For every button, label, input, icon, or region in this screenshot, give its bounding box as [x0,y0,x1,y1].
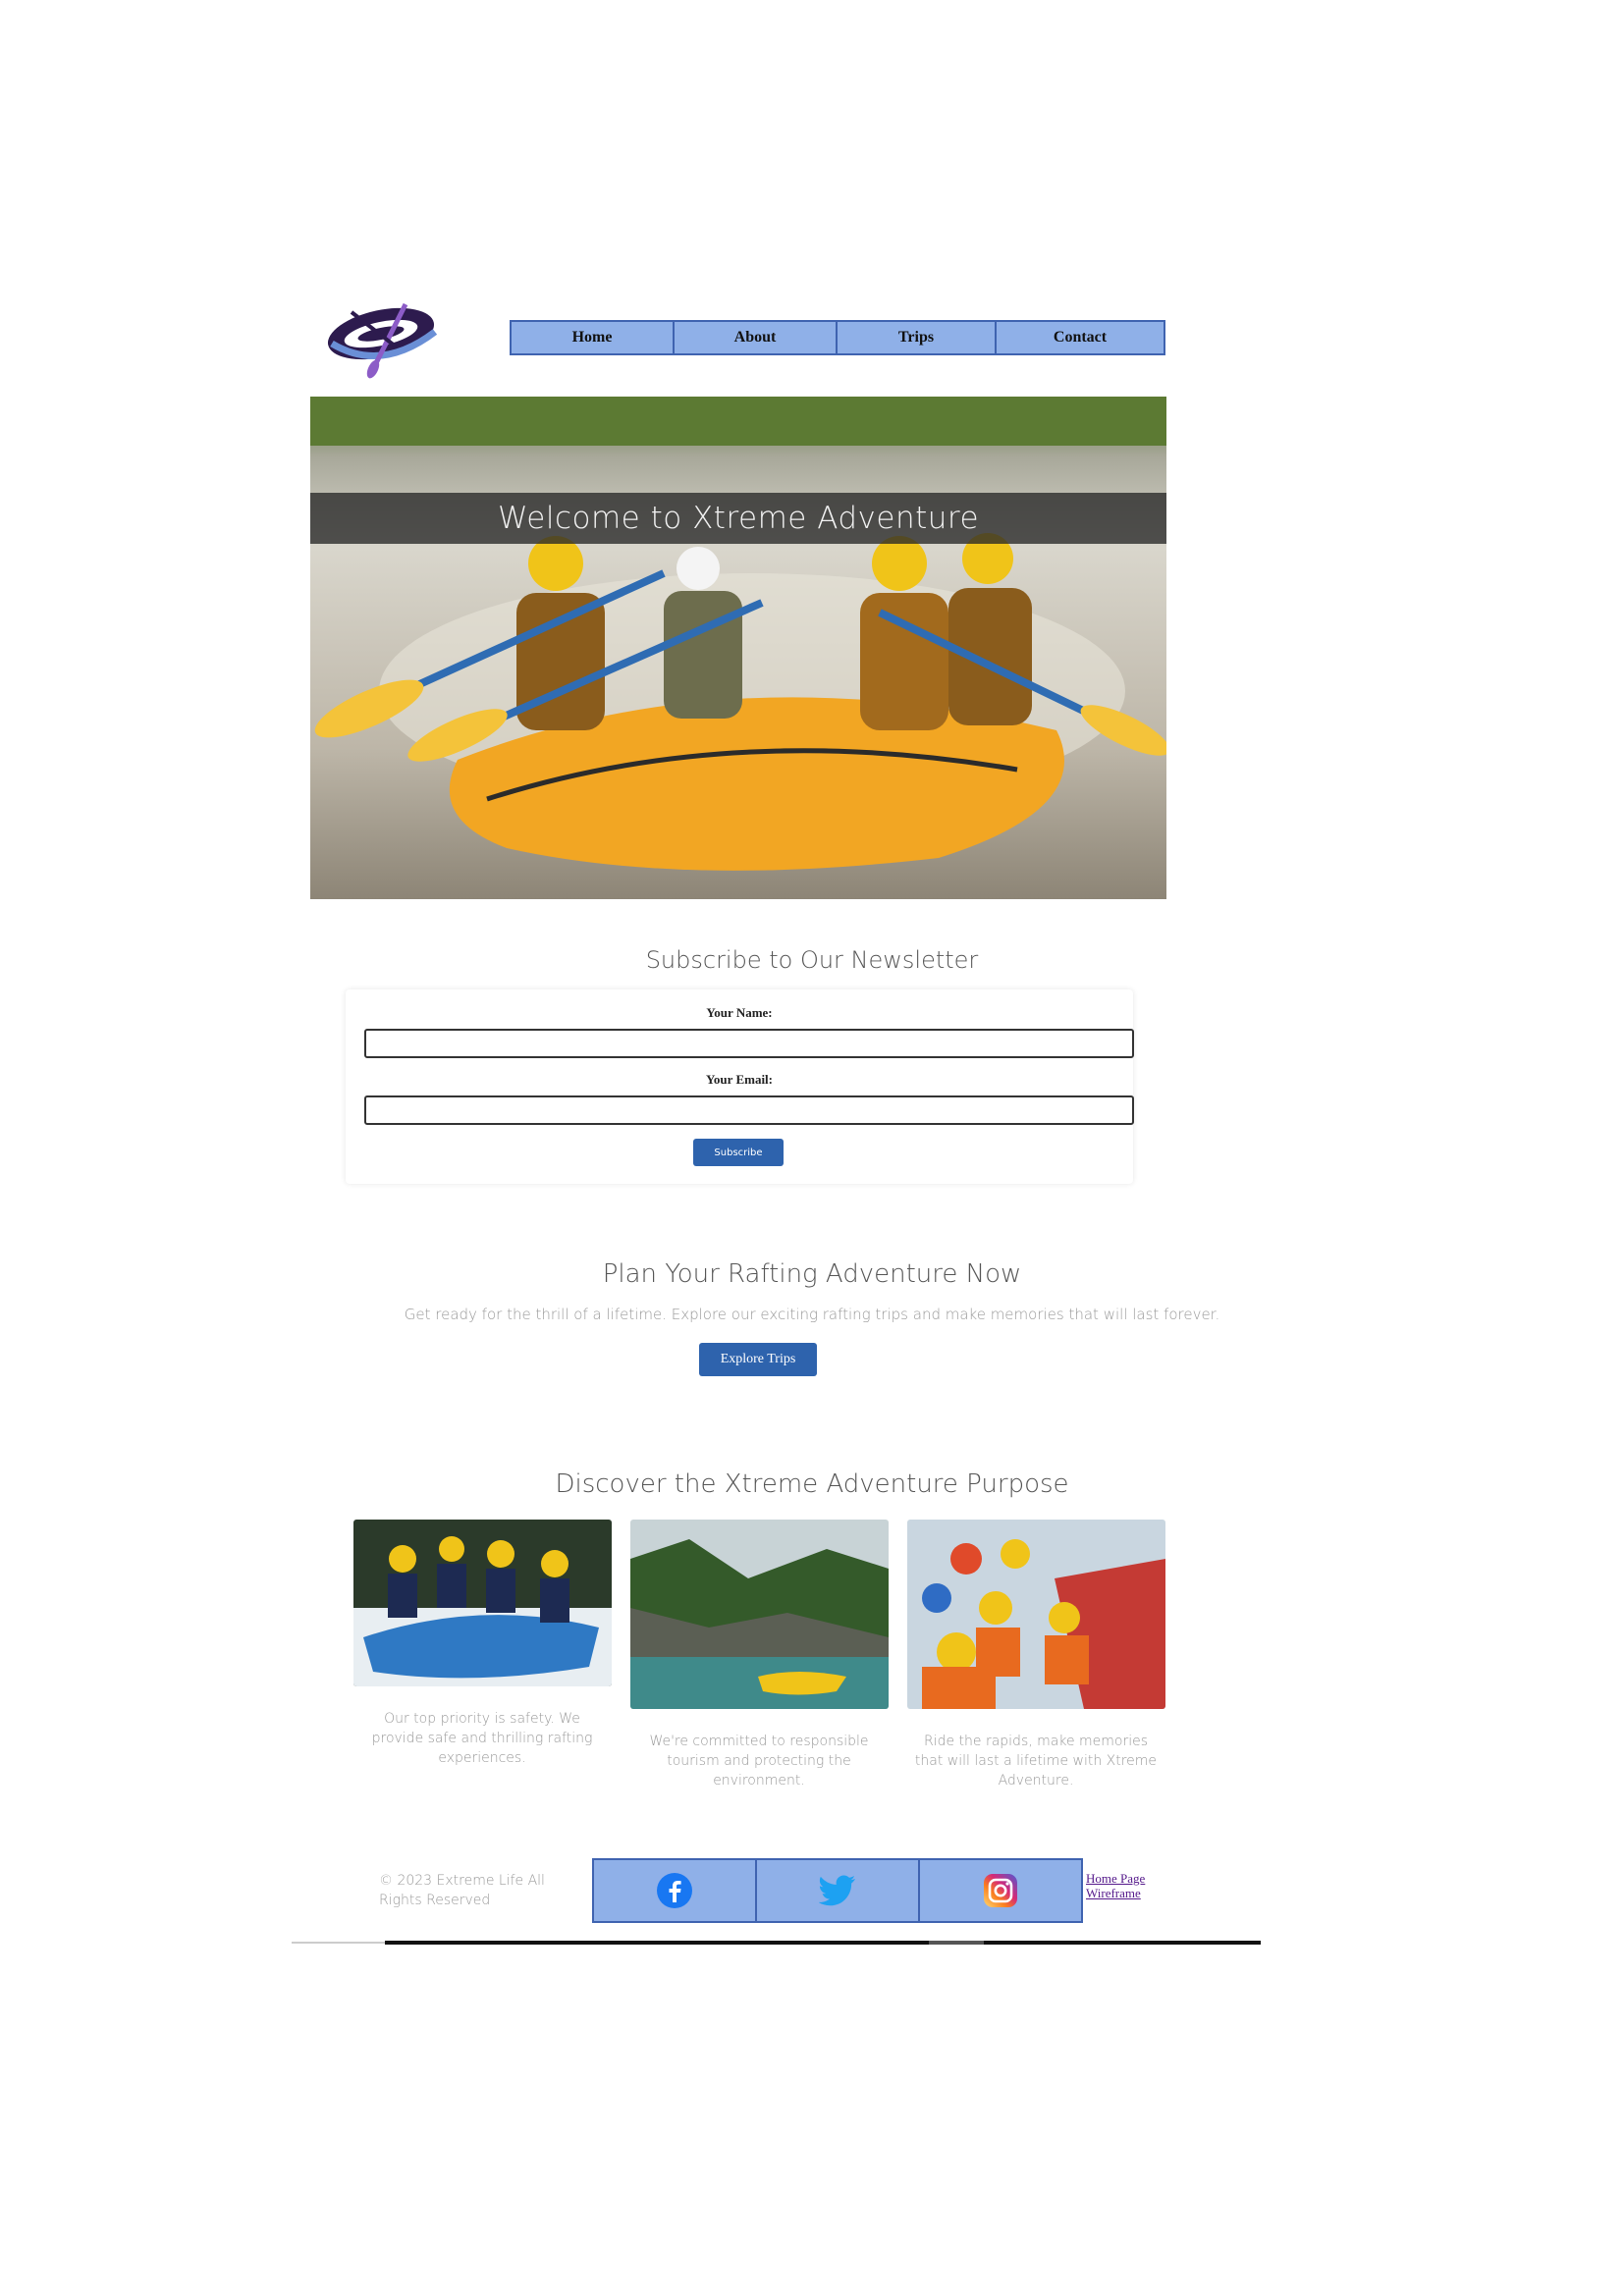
newsletter-form: Your Name: Your Email: Subscribe [346,989,1134,1184]
nav-trips[interactable]: Trips [836,320,997,355]
purpose-title: Discover the Xtreme Adventure Purpose [555,1469,1069,1499]
rafting-team-photo [353,1520,612,1686]
hero-title: Welcome to Xtreme Adventure [497,501,980,536]
card-text-memories: Ride the rapids, make memories that will… [914,1734,1158,1789]
footer-divider-accent [929,1941,984,1945]
facebook-icon [657,1873,692,1908]
main-nav: Home About Trips Contact [510,320,1165,355]
newsletter-title: Subscribe to Our Newsletter [645,946,979,974]
footer-links: Home Page Wireframe [1086,1871,1145,1900]
name-label: Your Name: [706,1005,773,1020]
facebook-button[interactable] [592,1858,757,1923]
card-text-safety: Our top priority is safety. We provide s… [371,1711,593,1766]
hero-title-band: Welcome to Xtreme Adventure [310,493,1166,544]
plan-title: Plan Your Rafting Adventure Now [602,1259,1022,1289]
twitter-icon [819,1875,855,1906]
explore-trips-button[interactable]: Explore Trips [699,1343,817,1376]
hero-banner: Welcome to Xtreme Adventure [310,397,1166,899]
home-page-link[interactable]: Home Page [1086,1871,1145,1886]
plan-text: Get ready for the thrill of a lifetime. … [404,1306,1220,1323]
instagram-button[interactable] [918,1858,1083,1923]
twitter-button[interactable] [755,1858,920,1923]
river-landscape-photo [630,1520,889,1709]
nav-home[interactable]: Home [510,320,675,355]
copyright-text: © 2023 Extreme Life All Rights Reserved [379,1873,545,1908]
email-input[interactable] [364,1095,1134,1125]
nav-contact[interactable]: Contact [995,320,1165,355]
instagram-icon [984,1874,1017,1907]
subscribe-button[interactable]: Subscribe [693,1139,784,1166]
card-text-environment: We're committed to responsible tourism a… [649,1734,869,1789]
rafting-crew-yellow-raft-photo [310,397,1166,899]
page: Home About Trips Contact Welcome to Xtre… [0,0,1624,2296]
name-input[interactable] [364,1029,1134,1058]
wireframe-link[interactable]: Wireframe [1086,1886,1145,1900]
footer-divider [292,1942,385,1944]
logo[interactable] [322,293,445,381]
footer-divider-dark [385,1941,1261,1945]
nav-about[interactable]: About [673,320,838,355]
social-links [592,1858,1083,1923]
raft-paddle-logo-icon [327,302,438,379]
email-label: Your Email: [705,1072,773,1087]
happy-rafters-photo [907,1520,1165,1709]
